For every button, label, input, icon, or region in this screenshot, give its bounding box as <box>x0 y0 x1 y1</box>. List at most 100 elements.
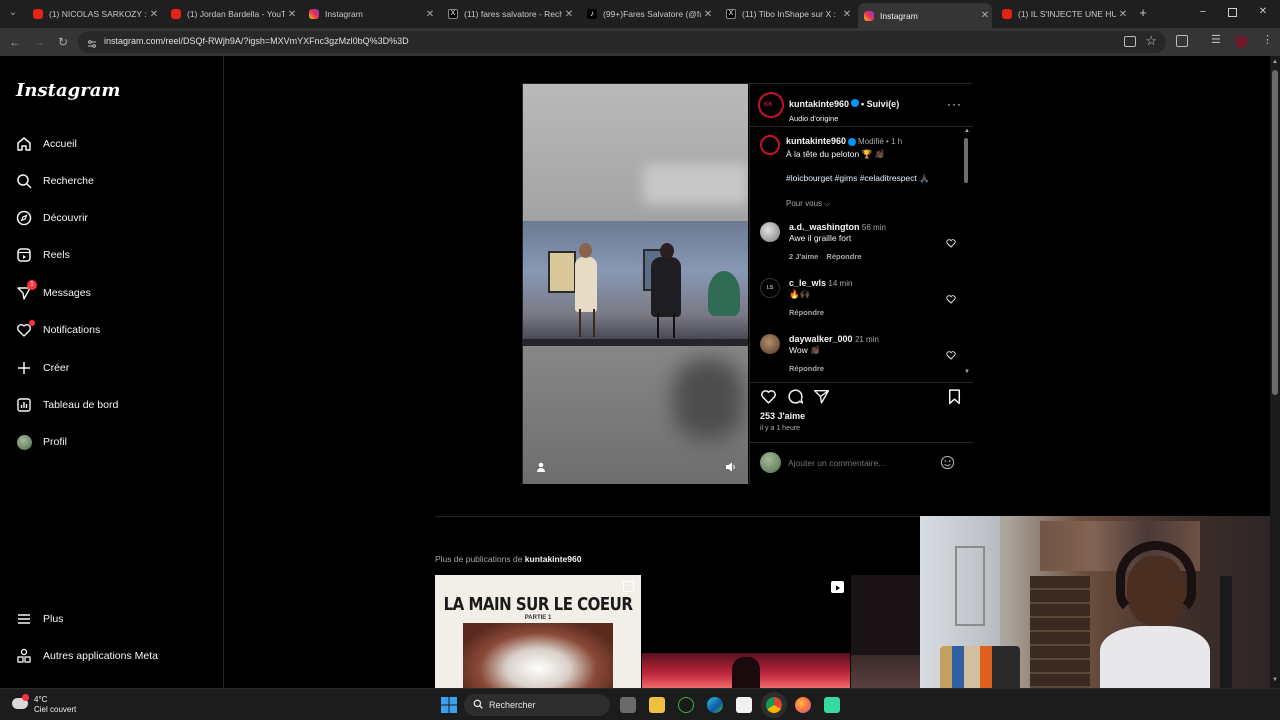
volume-icon[interactable] <box>725 460 737 472</box>
sidebar-item-creer[interactable]: Créer <box>16 356 69 380</box>
task-view-icon[interactable] <box>620 697 636 713</box>
like-heart-icon[interactable] <box>760 388 777 405</box>
browser-tab-active[interactable]: Instagram ✕ <box>858 3 992 28</box>
close-tab-icon[interactable]: ✕ <box>285 9 299 20</box>
instagram-logo[interactable]: Instagram <box>16 80 120 101</box>
browser-tab[interactable]: (1) Jordan Bardella - YouT ✕ <box>165 4 299 24</box>
reel-video[interactable] <box>523 84 748 484</box>
commenter-avatar[interactable] <box>760 334 780 354</box>
author-avatar[interactable]: KK <box>758 92 784 118</box>
close-tab-icon[interactable]: ✕ <box>840 9 854 20</box>
follow-status[interactable]: • Suivi(e) <box>861 99 899 109</box>
taskbar-search[interactable]: Rechercher <box>464 694 610 716</box>
search-icon <box>16 173 32 189</box>
for-you-toggle[interactable]: Pour vous ⌵ <box>786 198 956 210</box>
sidebar-item-messages[interactable]: 1 Messages <box>16 280 91 305</box>
caption-hashtags[interactable]: #loicbourget #gims #celaditrespect 🙏🏿 <box>786 172 956 184</box>
sidebar-item-tableau-de-bord[interactable]: Tableau de bord <box>16 393 118 417</box>
likes-count[interactable]: 253 J'aime <box>760 411 805 421</box>
caption-author-avatar[interactable] <box>760 135 780 155</box>
reply-button[interactable]: Répondre <box>789 364 824 373</box>
more-posts-username[interactable]: kuntakinte960 <box>525 554 582 564</box>
install-app-icon[interactable] <box>1124 36 1136 47</box>
maximize-button[interactable] <box>1228 8 1237 17</box>
browser-tab[interactable]: Instagram ✕ <box>303 4 437 24</box>
chrome-menu-icon[interactable]: ⋮ <box>1262 33 1273 46</box>
commenter-username[interactable]: a.d._washington <box>789 222 860 232</box>
close-tab-icon[interactable]: ✕ <box>701 9 715 20</box>
browser-tab[interactable]: ♪ (99+)Fares Salvatore (@fa ✕ <box>581 4 715 24</box>
emoji-picker-icon[interactable] <box>940 455 955 470</box>
reply-button[interactable]: Répondre <box>826 252 861 261</box>
commenter-avatar[interactable]: LS <box>760 278 780 298</box>
sidebar-item-decouvrir[interactable]: Découvrir <box>16 206 88 230</box>
weather-widget[interactable]: 4°C Ciel couvert <box>10 693 110 717</box>
tagged-user-icon[interactable] <box>535 460 547 472</box>
edge-browser-icon[interactable] <box>707 697 723 713</box>
chrome-browser-icon[interactable] <box>766 697 782 713</box>
bookmark-star-icon[interactable]: ☆ <box>1145 33 1157 49</box>
close-tab-icon[interactable]: ✕ <box>423 9 437 20</box>
sidebar-item-plus[interactable]: Plus <box>16 607 63 631</box>
sidebar-item-notifications[interactable]: Notifications <box>16 318 100 342</box>
file-explorer-icon[interactable] <box>649 697 665 713</box>
comment-like-icon[interactable] <box>946 291 956 304</box>
sidebar-item-meta-apps[interactable]: Autres applications Meta <box>16 644 158 668</box>
close-tab-icon[interactable]: ✕ <box>978 10 992 21</box>
more-post-thumbnail[interactable] <box>851 575 920 688</box>
browser-tab[interactable]: (1) NICOLAS SARKOZY : l ✕ <box>27 4 161 24</box>
close-tab-icon[interactable]: ✕ <box>147 9 161 20</box>
author-username[interactable]: kuntakinte960 <box>789 99 849 109</box>
comment-likes[interactable]: 2 J'aime <box>789 252 818 261</box>
reading-list-icon[interactable]: ☰ <box>1211 33 1221 46</box>
xbox-app-icon[interactable] <box>678 697 694 713</box>
close-window-button[interactable]: ✕ <box>1256 6 1270 20</box>
back-button[interactable]: ← <box>7 34 23 50</box>
address-bar[interactable]: instagram.com/reel/DSQf-RWjh9A/?igsh=MXV… <box>78 31 1166 53</box>
commenter-username[interactable]: daywalker_000 <box>789 334 853 344</box>
minimize-button[interactable]: − <box>1196 6 1210 20</box>
caption: kuntakinte960 Modifié • 1 h À la tête du … <box>786 135 956 210</box>
x-icon: X <box>726 9 736 19</box>
more-options-icon[interactable]: ··· <box>947 97 962 111</box>
streamer-hair <box>1116 541 1196 616</box>
browser-tab[interactable]: X (11) Tibo InShape sur X : ✕ <box>720 4 854 24</box>
windows-start-icon[interactable] <box>441 697 457 713</box>
tab-search-button[interactable]: ⌄ <box>6 7 20 21</box>
sidebar-item-recherche[interactable]: Recherche <box>16 169 94 193</box>
extensions-icon[interactable] <box>1176 35 1188 47</box>
close-tab-icon[interactable]: ✕ <box>562 9 576 20</box>
forward-button[interactable]: → <box>31 34 47 50</box>
firefox-browser-icon[interactable] <box>795 697 811 713</box>
actions-divider <box>750 382 973 383</box>
comments-scrollbar[interactable]: ▲ ▼ <box>963 128 970 378</box>
sidebar-item-profil[interactable]: Profil <box>16 430 67 454</box>
more-post-thumbnail[interactable] <box>642 575 850 688</box>
close-tab-icon[interactable]: ✕ <box>1116 9 1130 20</box>
profile-avatar[interactable] <box>1235 35 1248 48</box>
sidebar-item-reels[interactable]: Reels <box>16 243 70 267</box>
audio-label[interactable]: Audio d'origine <box>789 114 899 123</box>
browser-tab[interactable]: (1) IL S'INJECTE UNE HUI ✕ <box>996 4 1130 24</box>
comment-like-icon[interactable] <box>946 347 956 360</box>
sidebar-item-accueil[interactable]: Accueil <box>16 132 77 156</box>
comment-input[interactable] <box>788 456 938 470</box>
caption-username[interactable]: kuntakinte960 <box>786 136 846 146</box>
more-post-thumbnail[interactable]: LA MAIN SUR LE COEUR PARTIE 1 <box>435 575 641 688</box>
page-scrollbar[interactable]: ▲ ▼ <box>1270 56 1280 688</box>
app-icon[interactable] <box>824 697 840 713</box>
reload-button[interactable]: ↻ <box>55 34 71 50</box>
microsoft-store-icon[interactable] <box>736 697 752 713</box>
site-info-icon[interactable] <box>87 36 97 48</box>
save-bookmark-icon[interactable] <box>946 388 963 405</box>
commenter-avatar[interactable] <box>760 222 780 242</box>
comment-icon[interactable] <box>787 388 804 405</box>
comment-like-icon[interactable] <box>946 235 956 248</box>
sidebar-item-label: Tableau de bord <box>43 399 119 411</box>
reply-button[interactable]: Répondre <box>789 308 824 317</box>
share-icon[interactable] <box>813 388 830 405</box>
browser-tab[interactable]: X (11) fares salvatore - Rech ✕ <box>442 4 576 24</box>
x-icon: X <box>448 9 458 19</box>
new-tab-button[interactable]: + <box>1136 6 1150 20</box>
commenter-username[interactable]: c_le_wls <box>789 278 826 288</box>
